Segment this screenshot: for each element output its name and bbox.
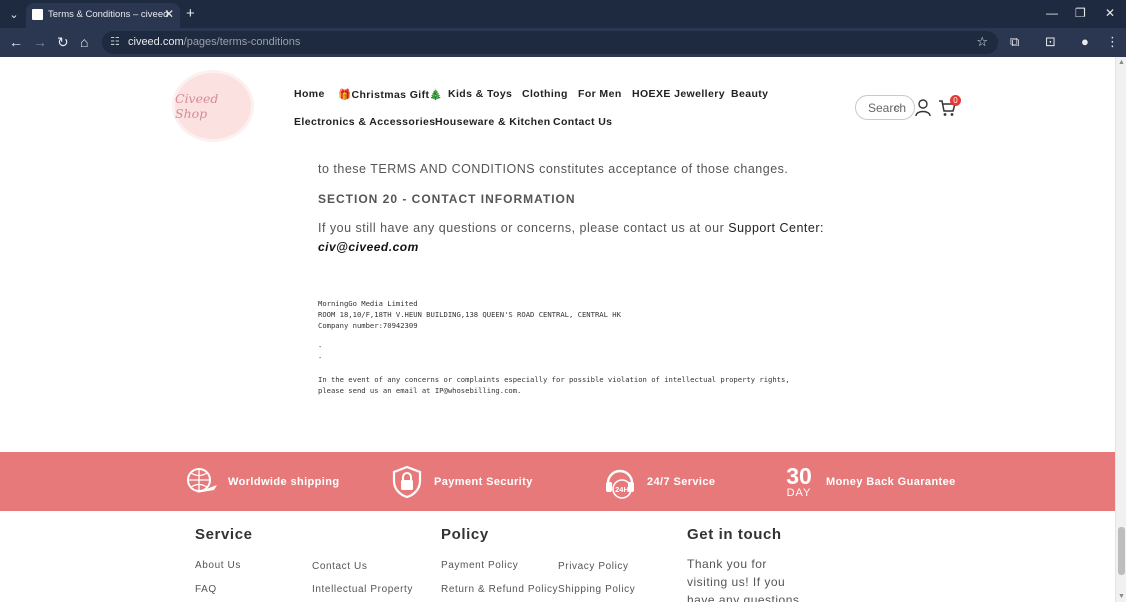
scroll-up-arrow-icon[interactable]: ▲ — [1118, 59, 1125, 66]
footer-link-privacy-policy[interactable]: Privacy Policy — [558, 561, 629, 572]
extensions-icon[interactable]: ⧉ — [1010, 34, 1019, 50]
company-name: MorningGo Media Limited — [318, 299, 418, 308]
page-scrollbar[interactable]: ▲ ▼ — [1115, 57, 1126, 602]
back-arrow-icon[interactable]: ← — [9, 34, 23, 50]
nav-clothing[interactable]: Clothing — [522, 88, 568, 100]
section-20-heading: SECTION 20 - CONTACT INFORMATION — [318, 192, 576, 206]
reload-icon[interactable]: ↻ — [57, 34, 69, 51]
window-close-icon[interactable]: ✕ — [1105, 6, 1115, 20]
browser-tab-active[interactable]: Terms & Conditions – civeed ✕ — [26, 3, 180, 28]
address-bar[interactable]: ☷ civeed.com/pages/terms-conditions ☆ — [102, 31, 998, 54]
nav-beauty[interactable]: Beauty — [731, 88, 768, 100]
feature-worldwide-shipping: Worldwide shipping — [184, 452, 340, 511]
tab-search-chevron-icon[interactable]: ⌄ — [4, 4, 24, 24]
bookmark-star-icon[interactable]: ☆ — [976, 34, 988, 50]
nav-christmas-gift[interactable]: 🎁Christmas Gift🎄 — [338, 88, 443, 101]
footer-link-about-us[interactable]: About Us — [195, 560, 241, 571]
headset-24h-icon: 24H — [603, 465, 637, 499]
browser-toolbar: ← → ↻ ⌂ ☷ civeed.com/pages/terms-conditi… — [0, 28, 1126, 57]
scrollbar-thumb[interactable] — [1118, 527, 1125, 575]
scroll-down-arrow-icon[interactable]: ▼ — [1118, 593, 1125, 600]
url-text: civeed.com/pages/terms-conditions — [128, 36, 301, 48]
new-tab-plus-icon[interactable]: + — [186, 5, 195, 22]
restore-icon[interactable]: ❐ — [1075, 6, 1086, 20]
footer-link-return-refund-policy[interactable]: Return & Refund Policy — [441, 584, 558, 595]
shield-lock-icon — [390, 465, 424, 499]
feature-label: Worldwide shipping — [228, 475, 340, 488]
nav-home[interactable]: Home — [294, 88, 325, 100]
forward-arrow-icon[interactable]: → — [33, 34, 47, 50]
feature-label: Money Back Guarantee — [826, 475, 956, 488]
svg-text:24H: 24H — [615, 485, 629, 494]
support-center-label: Support Center: — [728, 221, 824, 235]
footer-touch-text: Thank you for visiting us! If you have a… — [687, 557, 800, 602]
globe-plane-icon — [184, 465, 218, 499]
features-band: Worldwide shipping Payment Security 24H — [0, 452, 1115, 511]
feature-label: Payment Security — [434, 475, 533, 488]
terms-changes-text: to these TERMS AND CONDITIONS constitute… — [318, 162, 789, 176]
tab-title: Terms & Conditions – civeed — [48, 9, 169, 20]
footer-touch-heading: Get in touch — [687, 526, 782, 543]
footer-link-contact-us[interactable]: Contact Us — [312, 561, 367, 572]
tab-favicon-icon — [32, 9, 43, 20]
contact-paragraph: If you still have any questions or conce… — [318, 221, 824, 235]
site-info-icon[interactable]: ☷ — [110, 35, 120, 48]
feature-24-7-service: 24H 24/7 Service — [603, 452, 715, 511]
nav-kids-toys[interactable]: Kids & Toys — [448, 88, 512, 100]
footer-link-faq[interactable]: FAQ — [195, 584, 217, 595]
thirty-day-icon: 30 DAY — [786, 462, 812, 499]
cart-count-badge: 0 — [950, 95, 961, 106]
nav-hoexe-jewellery[interactable]: HOEXE Jewellery — [632, 88, 725, 100]
search-icon[interactable]: ⌕ — [894, 100, 901, 115]
feature-payment-security: Payment Security — [390, 452, 533, 511]
ip-notice-line: please send us an email at IP@whosebilli… — [318, 386, 522, 395]
logo-text: Civeed Shop — [175, 91, 219, 121]
browser-menu-icon[interactable]: ⋮ — [1106, 34, 1119, 50]
nav-contact-us[interactable]: Contact Us — [553, 116, 612, 128]
screenshot-icon[interactable]: ⊡ — [1045, 34, 1056, 50]
footer-policy-heading: Policy — [441, 526, 489, 543]
footer-link-shipping-policy[interactable]: Shipping Policy — [558, 584, 635, 595]
minimize-icon[interactable]: — — [1046, 6, 1058, 20]
company-number: Company number:70942309 — [318, 321, 418, 330]
ip-notice-line: In the event of any concerns or complain… — [318, 375, 790, 384]
feature-label: 24/7 Service — [647, 475, 716, 488]
profile-icon[interactable]: ● — [1081, 34, 1089, 49]
search-input[interactable]: Search ⌕ — [855, 95, 915, 120]
dash-line: - — [318, 342, 323, 351]
nav-houseware[interactable]: Houseware & Kitchen — [435, 116, 551, 128]
contact-text: If you still have any questions or conce… — [318, 221, 725, 235]
browser-tab-bar: ⌄ Terms & Conditions – civeed ✕ + — ❐ ✕ — [0, 0, 1126, 28]
footer-link-intellectual-property[interactable]: Intellectual Property — [312, 584, 413, 595]
dash-line: - — [318, 353, 323, 362]
contact-email[interactable]: civ@civeed.com — [318, 240, 419, 254]
nav-electronics[interactable]: Electronics & Accessories — [294, 116, 436, 128]
company-address: ROOM 18,10/F,18TH V.HEUN BUILDING,138 QU… — [318, 310, 621, 319]
footer-service-heading: Service — [195, 526, 253, 543]
web-page: Civeed Shop Home 🎁Christmas Gift🎄 Kids &… — [0, 57, 1115, 602]
site-logo[interactable]: Civeed Shop — [175, 73, 251, 139]
account-user-icon[interactable] — [915, 99, 931, 117]
tab-close-icon[interactable]: ✕ — [164, 7, 174, 21]
footer-link-payment-policy[interactable]: Payment Policy — [441, 560, 518, 571]
nav-for-men[interactable]: For Men — [578, 88, 622, 100]
home-icon[interactable]: ⌂ — [80, 34, 88, 50]
feature-money-back: 30 DAY Money Back Guarantee — [782, 452, 956, 511]
